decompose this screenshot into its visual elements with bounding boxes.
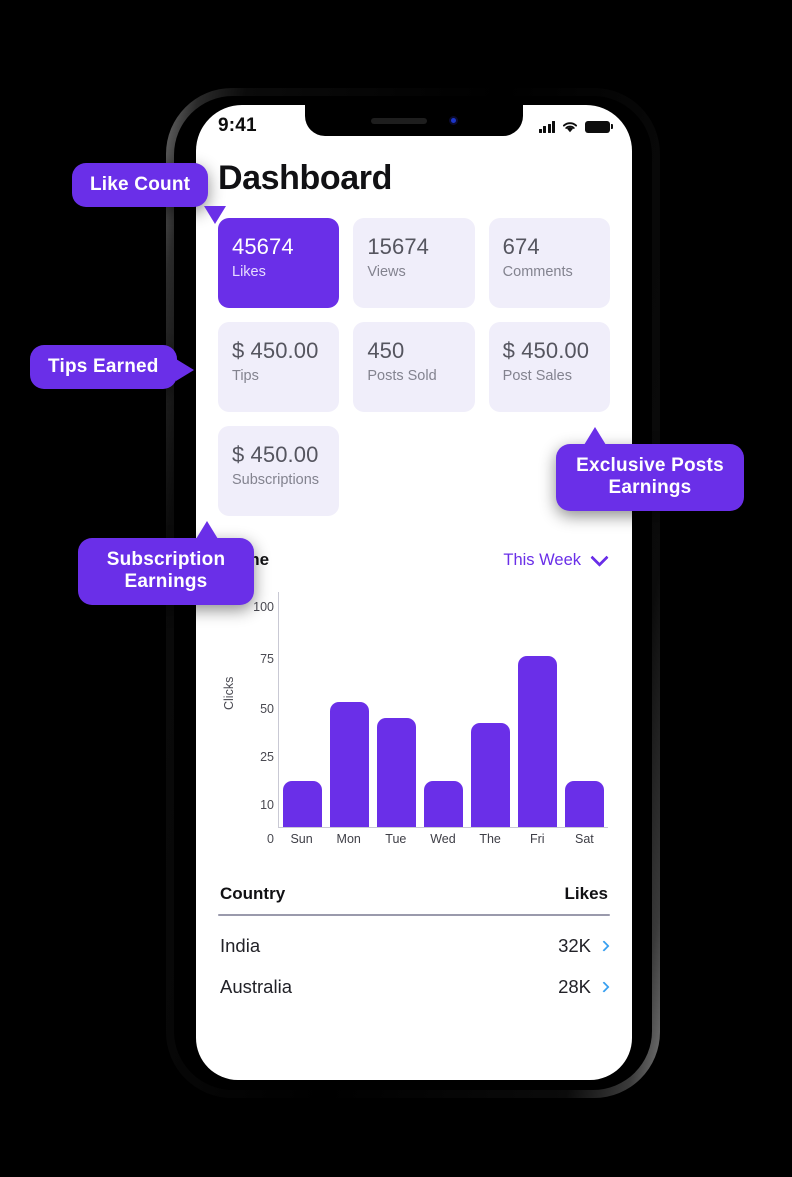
x-axis-label: Tue: [385, 832, 407, 846]
front-camera-icon: [448, 116, 458, 125]
chevron-right-icon[interactable]: [598, 940, 610, 952]
timeframe-value: This Week: [503, 550, 581, 569]
country-likes-table: Country Likes India 32K Australia 28K: [218, 884, 610, 998]
chart-bars: [279, 592, 608, 827]
cell-likes: 28K: [558, 976, 591, 997]
stat-label: Posts Sold: [367, 367, 437, 384]
y-axis-tick: 25: [260, 749, 274, 764]
table-row[interactable]: Australia 28K: [218, 957, 610, 998]
battery-icon: [585, 120, 613, 133]
chart-bar[interactable]: [330, 702, 369, 827]
x-axis-label: Wed: [430, 832, 456, 846]
stat-card-views[interactable]: 15674 Views: [353, 218, 475, 308]
x-axis-label: The: [479, 832, 501, 846]
x-axis-label: Sun: [290, 832, 313, 846]
stat-card-tips[interactable]: $ 450.00 Tips: [218, 322, 340, 412]
stat-card-post-sales[interactable]: $ 450.00 Post Sales: [488, 322, 610, 412]
cell-country: Australia: [220, 976, 292, 997]
status-icons: [538, 120, 613, 133]
screen-content: Dashboard 45674 Likes 15674 Views 674 Co…: [196, 105, 632, 1080]
y-axis-tick: 10: [260, 797, 274, 812]
chart-header: Frame This Week: [218, 547, 610, 570]
bar-slot: [471, 592, 510, 827]
speaker-icon: [370, 117, 427, 124]
callout-tail-icon: [175, 359, 194, 381]
callout-label: Like Count: [90, 174, 191, 195]
x-axis-label: Sat: [575, 832, 594, 846]
stat-label: Post Sales: [502, 367, 572, 384]
bar-slot: [424, 592, 463, 827]
stat-value: 450: [367, 338, 405, 363]
callout-tail-icon: [196, 521, 218, 539]
y-axis-tick: 75: [260, 652, 274, 667]
table-row[interactable]: India 32K: [218, 916, 610, 957]
callout-tail-icon: [204, 206, 226, 225]
callout-like-count: Like Count: [72, 163, 226, 225]
page-title: Dashboard: [218, 159, 392, 197]
bar-slot: [283, 592, 322, 827]
chart-bar[interactable]: [377, 717, 416, 827]
chart-bar[interactable]: [283, 781, 322, 827]
stat-label: Tips: [232, 367, 259, 384]
stat-card-posts-sold[interactable]: 450 Posts Sold: [353, 322, 475, 412]
stat-value: $ 450.00: [232, 442, 319, 467]
y-axis-ticks: 10 25 50 75 100: [240, 592, 274, 828]
screenshot-stage: 9:41 Dashboard 45674 Likes 15674 Views 6…: [0, 0, 792, 1177]
callout-tips-earned: Tips Earned: [30, 345, 194, 390]
notch: [305, 105, 523, 136]
phone-screen: 9:41 Dashboard 45674 Likes 15674 Views 6…: [196, 105, 632, 1080]
stat-label: Likes: [232, 263, 266, 280]
stat-label: Comments: [502, 263, 573, 280]
bar-slot: [518, 592, 557, 827]
callout-label: Tips Earned: [48, 356, 159, 377]
callout-tail-icon: [584, 427, 606, 445]
stat-card-subscriptions[interactable]: $ 450.00 Subscriptions: [218, 426, 340, 516]
x-axis-label: Mon: [336, 832, 361, 846]
y-axis-zero-label: 0: [267, 832, 274, 846]
bar-slot: [565, 592, 604, 827]
stats-grid: 45674 Likes 15674 Views 674 Comments $ 4…: [218, 218, 610, 516]
x-axis-label: Fri: [529, 832, 545, 846]
timeframe-dropdown[interactable]: This Week: [503, 547, 609, 570]
chevron-down-icon: [590, 547, 609, 567]
stat-card-likes[interactable]: 45674 Likes: [218, 218, 340, 308]
chart-bar[interactable]: [471, 723, 510, 827]
bar-slot: [330, 592, 369, 827]
y-axis-title: Clicks: [222, 676, 236, 710]
cell-likes: 32K: [558, 935, 591, 956]
x-axis-labels: Sun Mon Tue Wed The Fri Sat: [278, 832, 608, 846]
callout-label: Exclusive Posts Earnings: [576, 455, 724, 499]
chevron-right-icon[interactable]: [598, 981, 610, 993]
callout-label: Subscription Earnings: [106, 549, 226, 593]
bar-slot: [377, 592, 416, 827]
stat-value: 45674: [232, 234, 294, 259]
status-time: 9:41: [218, 115, 257, 136]
stat-value: $ 450.00: [502, 338, 590, 363]
stat-value: 674: [502, 234, 540, 259]
cell-likes-group: 32K: [558, 935, 610, 957]
stat-value: $ 450.00: [232, 338, 319, 363]
chart-bar[interactable]: [424, 781, 463, 827]
cell-likes-group: 28K: [558, 976, 610, 998]
stat-label: Views: [367, 263, 406, 280]
chart-bar[interactable]: [565, 781, 604, 827]
clicks-bar-chart: Clicks 10 25 50 75 100 0 Sun Mon Tue Wed The Fri S…: [218, 592, 610, 854]
column-header-likes: Likes: [564, 884, 608, 903]
chart-bar[interactable]: [518, 656, 557, 827]
stat-label: Subscriptions: [232, 471, 320, 488]
cell-country: India: [220, 935, 261, 956]
cellular-signal-icon: [538, 120, 555, 133]
stat-card-comments[interactable]: 674 Comments: [488, 218, 610, 308]
y-axis-tick: 50: [260, 702, 274, 717]
stat-value: 15674: [367, 234, 430, 259]
column-header-country: Country: [220, 884, 286, 903]
y-axis-tick: 100: [253, 599, 274, 614]
chart-plot-area: [278, 592, 608, 828]
table-header-row: Country Likes: [218, 884, 610, 914]
callout-subscription-earnings: Subscription Earnings: [78, 521, 254, 605]
callout-exclusive-posts-earnings: Exclusive Posts Earnings: [556, 427, 744, 511]
wifi-icon: [562, 121, 578, 132]
